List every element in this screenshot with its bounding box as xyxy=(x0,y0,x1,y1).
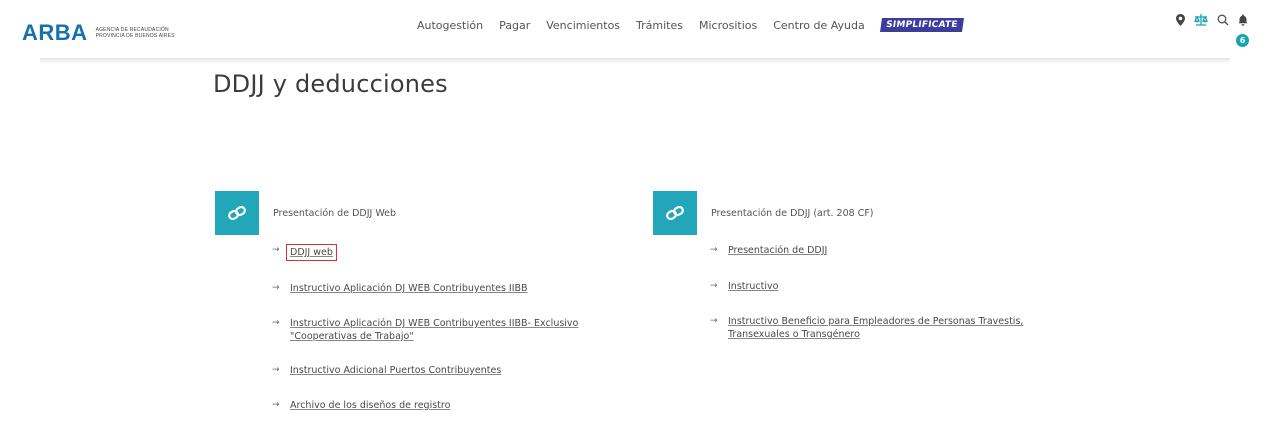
arrow-right-icon: → xyxy=(272,365,280,375)
link-line-1: Instructivo Beneficio para Empleadores d… xyxy=(728,316,1024,327)
arrow-right-icon: → xyxy=(272,318,280,328)
section-ddjj-art-208: Presentación de DDJJ (art. 208 CF) → Pre… xyxy=(653,190,1093,341)
logo-wordmark: ARBA xyxy=(22,20,88,45)
section-header: Presentación de DDJJ (art. 208 CF) xyxy=(653,190,1093,236)
arrow-right-icon: → xyxy=(710,316,718,326)
header-icons: 6 xyxy=(1176,14,1257,47)
scale-icon[interactable] xyxy=(1194,14,1208,26)
section-links: → DDJJ web → Instructivo Aplicación DJ W… xyxy=(272,244,645,412)
instructivo-link[interactable]: Instructivo xyxy=(728,280,778,293)
instructivo-puertos-link[interactable]: Instructivo Adicional Puertos Contribuye… xyxy=(290,364,501,377)
instructivo-beneficio-link[interactable]: Instructivo Beneficio para Empleadores d… xyxy=(728,315,1023,341)
list-item: → Instructivo Aplicación DJ WEB Contribu… xyxy=(272,282,645,295)
logo-subtitle: Agencia de Recaudación Provincia de Buen… xyxy=(96,27,175,39)
page-title: DDJJ y deducciones xyxy=(213,70,448,98)
link-tile xyxy=(215,191,259,235)
navbar-shadow xyxy=(40,58,1230,64)
link-line-1: Instructivo Aplicación DJ WEB Contribuye… xyxy=(290,318,579,329)
top-navbar: ARBA Agencia de Recaudación Provincia de… xyxy=(0,0,1270,58)
list-item: → Archivo de los diseños de registro xyxy=(272,399,645,412)
menu-item-micrositios[interactable]: Micrositios xyxy=(699,19,757,32)
logo-subtitle-line2: Provincia de Buenos Aires xyxy=(95,33,175,39)
arrow-right-icon: → xyxy=(272,400,280,410)
list-item: → DDJJ web xyxy=(272,244,645,261)
link-icon xyxy=(666,206,684,220)
bell-icon xyxy=(1238,14,1248,26)
link-tile xyxy=(653,191,697,235)
section-links: → Presentación de DDJJ → Instructivo → I… xyxy=(710,244,1093,341)
search-icon[interactable] xyxy=(1217,14,1229,26)
list-item: → Presentación de DDJJ xyxy=(710,244,1093,257)
link-line-2: "Cooperativas de Trabajo" xyxy=(290,331,414,342)
notifications-button[interactable]: 6 xyxy=(1236,14,1249,47)
arrow-right-icon: → xyxy=(710,245,718,255)
main-menu: Autogestión Pagar Vencimientos Trámites … xyxy=(417,15,964,35)
section-title: Presentación de DDJJ (art. 208 CF) xyxy=(711,207,874,219)
notification-count-badge: 6 xyxy=(1236,34,1249,47)
presentacion-ddjj-link[interactable]: Presentación de DDJJ xyxy=(728,244,827,257)
menu-item-autogestion[interactable]: Autogestión xyxy=(417,19,483,32)
menu-item-tramites[interactable]: Trámites xyxy=(636,19,683,32)
section-ddjj-web: Presentación de DDJJ Web → DDJJ web → In… xyxy=(215,190,645,412)
instructivo-dj-web-link[interactable]: Instructivo Aplicación DJ WEB Contribuye… xyxy=(290,282,528,295)
list-item: → Instructivo Aplicación DJ WEB Contribu… xyxy=(272,317,645,343)
arba-logo[interactable]: ARBA Agencia de Recaudación Provincia de… xyxy=(22,20,175,46)
instructivo-cooperativas-link[interactable]: Instructivo Aplicación DJ WEB Contribuye… xyxy=(290,317,578,343)
menu-item-centro-de-ayuda[interactable]: Centro de Ayuda xyxy=(773,19,864,32)
list-item: → Instructivo xyxy=(710,280,1093,293)
section-title: Presentación de DDJJ Web xyxy=(273,207,397,219)
link-line-2: Transexuales o Transgénero xyxy=(728,329,860,340)
arrow-right-icon: → xyxy=(710,281,718,291)
menu-item-pagar[interactable]: Pagar xyxy=(499,19,530,32)
section-header: Presentación de DDJJ Web xyxy=(215,190,645,236)
link-icon xyxy=(228,206,246,220)
menu-item-vencimientos[interactable]: Vencimientos xyxy=(546,19,620,32)
archivo-disenos-link[interactable]: Archivo de los diseños de registro xyxy=(290,399,450,412)
list-item: → Instructivo Beneficio para Empleadores… xyxy=(710,315,1093,341)
arrow-right-icon: → xyxy=(272,283,280,293)
list-item: → Instructivo Adicional Puertos Contribu… xyxy=(272,364,645,377)
simplificate-button[interactable]: SIMPLIFICATE xyxy=(879,18,964,32)
ddjj-web-link[interactable]: DDJJ web xyxy=(286,244,337,261)
location-pin-icon[interactable] xyxy=(1176,14,1185,26)
